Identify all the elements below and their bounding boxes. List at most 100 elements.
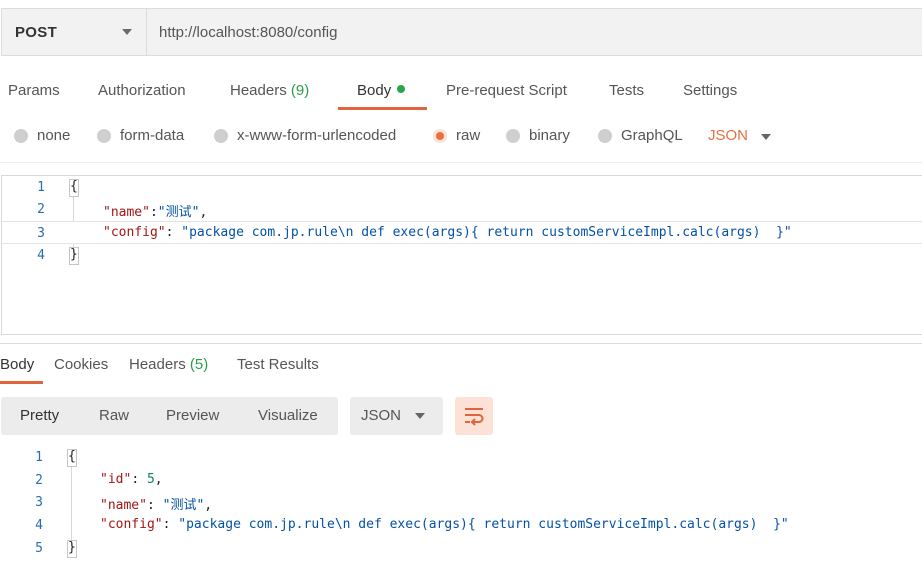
tab-test-results[interactable]: Test Results <box>237 356 319 373</box>
body-type-form-data-label: form-data <box>120 127 185 144</box>
code-text: { <box>68 449 76 464</box>
json-key: "config" <box>100 517 163 532</box>
url-input[interactable]: http://localhost:8080/config <box>147 9 922 55</box>
request-body-editor[interactable]: 1 { 2 "name":"测试", 3 "config": "package … <box>1 175 922 335</box>
code-line: 4 "config": "package com.jp.rule\n def e… <box>0 514 922 537</box>
json-value: 5 <box>146 472 155 487</box>
code-line: 3 "name": "测试", <box>0 491 922 514</box>
request-url-bar: POST http://localhost:8080/config <box>1 8 922 56</box>
code-text: "id": 5, <box>100 472 163 487</box>
line-number: 2 <box>35 473 43 488</box>
response-format-select[interactable]: JSON <box>350 397 443 435</box>
body-format-select[interactable]: JSON <box>708 127 748 144</box>
request-tabs: Params Authorization Headers (9) Body Pr… <box>0 78 922 112</box>
json-key: "id" <box>100 472 132 487</box>
code-text: } <box>68 540 76 555</box>
json-value: "package com.jp.rule\n def exec(args){ r… <box>181 225 792 240</box>
code-line: 4 } <box>2 244 922 267</box>
line-number: 3 <box>35 495 43 510</box>
body-type-raw-label: raw <box>456 127 481 144</box>
code-text: "name": "测试", <box>100 494 212 513</box>
view-raw-button[interactable]: Raw <box>99 407 129 424</box>
method-select[interactable]: POST <box>2 9 147 55</box>
code-line: 1 { <box>0 446 922 469</box>
json-comma: , <box>199 205 208 220</box>
tab-response-headers[interactable]: Headers (5) <box>129 356 208 373</box>
line-number: 4 <box>37 248 45 263</box>
active-tab-underline <box>338 107 427 110</box>
line-number: 1 <box>35 450 43 465</box>
tab-tests[interactable]: Tests <box>609 82 644 99</box>
json-separator: : <box>149 205 158 220</box>
json-key: "name" <box>103 205 150 220</box>
radio-icon[interactable] <box>506 128 520 143</box>
chevron-down-icon <box>122 29 132 35</box>
wrap-lines-icon <box>465 408 484 426</box>
json-comma: , <box>204 498 213 513</box>
active-tab-underline <box>0 381 43 384</box>
headers-count-badge: (9) <box>290 82 310 99</box>
chevron-down-icon <box>415 413 425 419</box>
view-preview-button[interactable]: Preview <box>166 407 219 424</box>
tab-response-body[interactable]: Body <box>0 356 34 373</box>
tab-params[interactable]: Params <box>8 82 60 99</box>
response-body-viewer[interactable]: 1 { 2 "id": 5, 3 "name": "测试", 4 "config… <box>0 446 922 576</box>
body-type-none-label: none <box>37 127 71 144</box>
json-separator: : <box>131 472 147 487</box>
response-tabs: Body Cookies Headers (5) Test Results <box>0 353 922 387</box>
view-visualize-button[interactable]: Visualize <box>258 407 318 424</box>
body-type-raw[interactable]: raw <box>433 127 480 144</box>
body-type-urlencoded[interactable]: x-www-form-urlencoded <box>214 127 396 144</box>
body-type-selector: none form-data x-www-form-urlencoded raw… <box>0 124 922 150</box>
json-value: "测试" <box>157 205 200 220</box>
json-separator: : <box>165 225 182 240</box>
tab-headers-label: Headers <box>230 82 287 99</box>
response-format-label: JSON <box>361 407 402 424</box>
tab-authorization[interactable]: Authorization <box>98 82 186 99</box>
response-view-modes: Pretty Raw Preview Visualize <box>1 397 338 435</box>
divider <box>0 162 922 163</box>
body-indicator-dot <box>397 85 406 93</box>
wrap-lines-button[interactable] <box>455 397 493 435</box>
view-pretty-button[interactable]: Pretty <box>20 407 59 424</box>
body-type-binary[interactable]: binary <box>506 127 570 144</box>
body-type-none[interactable]: none <box>14 127 70 144</box>
json-key: "name" <box>100 498 147 513</box>
tab-body-label: Body <box>357 82 392 99</box>
code-text: "config": "package com.jp.rule\n def exe… <box>100 517 789 532</box>
line-number: 3 <box>37 226 45 241</box>
method-label: POST <box>15 23 58 41</box>
tab-response-headers-label: Headers <box>129 356 186 373</box>
tab-body[interactable]: Body <box>357 82 406 99</box>
line-number: 2 <box>37 202 45 217</box>
pane-divider[interactable] <box>0 343 922 344</box>
json-value: "package com.jp.rule\n def exec(args){ r… <box>178 517 789 532</box>
body-type-form-data[interactable]: form-data <box>97 127 184 144</box>
body-type-graphql[interactable]: GraphQL <box>598 127 683 144</box>
code-text: } <box>70 247 78 262</box>
tab-settings[interactable]: Settings <box>683 82 737 99</box>
tab-prerequest-script[interactable]: Pre-request Script <box>446 82 567 99</box>
body-type-urlencoded-label: x-www-form-urlencoded <box>237 127 397 144</box>
body-type-graphql-label: GraphQL <box>621 127 683 144</box>
code-line: 5 } <box>0 537 922 560</box>
radio-icon[interactable] <box>598 128 612 143</box>
chevron-down-icon[interactable] <box>761 134 771 140</box>
body-type-binary-label: binary <box>529 127 570 144</box>
code-line: 2 "name":"测试", <box>2 198 922 221</box>
code-line-current: 3 "config": "package com.jp.rule\n def e… <box>2 221 922 244</box>
json-value: "测试" <box>162 498 205 513</box>
radio-selected-icon[interactable] <box>433 128 447 143</box>
radio-icon[interactable] <box>97 128 111 143</box>
line-number: 4 <box>35 518 43 533</box>
radio-icon[interactable] <box>14 128 28 143</box>
code-line: 2 "id": 5, <box>0 469 922 492</box>
code-line: 1 { <box>2 176 922 199</box>
radio-icon[interactable] <box>214 128 228 143</box>
tab-headers[interactable]: Headers (9) <box>230 82 309 99</box>
json-separator: : <box>146 498 163 513</box>
json-comma: , <box>154 472 163 487</box>
json-separator: : <box>162 517 179 532</box>
code-text: { <box>70 179 78 194</box>
tab-cookies[interactable]: Cookies <box>54 356 108 373</box>
